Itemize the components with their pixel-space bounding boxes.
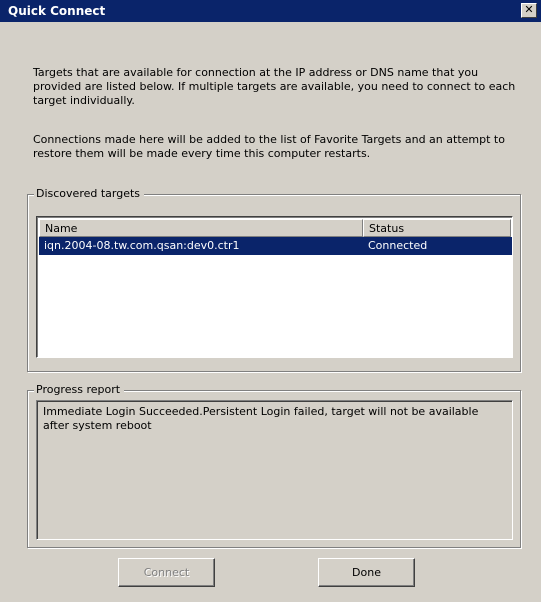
title-bar[interactable]: Quick Connect ✕ (0, 0, 541, 22)
close-icon: ✕ (524, 3, 534, 16)
progress-report-legend: Progress report (34, 383, 125, 396)
favorites-note: Connections made here will be added to t… (33, 133, 505, 160)
dialog-title: Quick Connect (8, 4, 106, 18)
column-header-status[interactable]: Status (363, 219, 511, 237)
target-name: iqn.2004-08.tw.com.qsan:dev0.ctr1 (44, 239, 240, 252)
target-row[interactable]: iqn.2004-08.tw.com.qsan:dev0.ctr1 Connec… (39, 237, 512, 255)
intro-text: Targets that are available for connectio… (33, 66, 516, 107)
discovered-targets-legend: Discovered targets (34, 187, 145, 200)
close-button[interactable]: ✕ (521, 3, 537, 18)
done-button[interactable]: Done (318, 558, 415, 587)
connect-button[interactable]: Connect (118, 558, 215, 587)
targets-list[interactable]: Name Status iqn.2004-08.tw.com.qsan:dev0… (36, 216, 513, 358)
target-status: Connected (368, 239, 428, 252)
quick-connect-dialog: Quick Connect ✕ Targets that are availab… (0, 0, 541, 602)
progress-report-text: Immediate Login Succeeded.Persistent Log… (36, 400, 513, 540)
column-header-name[interactable]: Name (39, 219, 363, 237)
